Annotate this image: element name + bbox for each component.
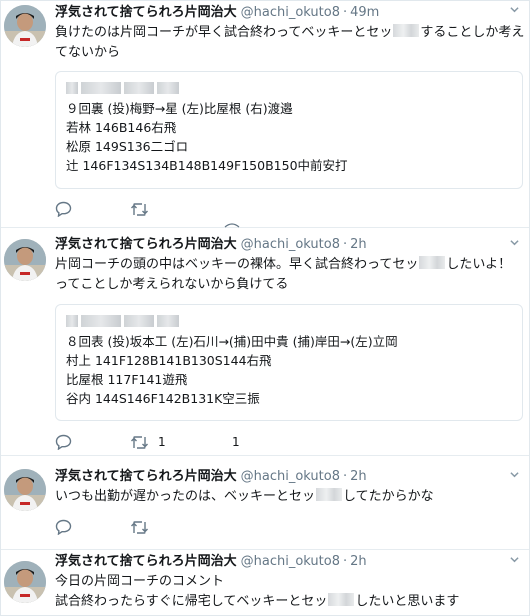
censor-blur: [328, 593, 355, 606]
reply-icon: [55, 434, 72, 450]
censor-blur: [393, 24, 420, 37]
censor-blur: [316, 488, 343, 501]
censor-blur: [419, 256, 446, 269]
chevron-down-icon[interactable]: [510, 238, 519, 247]
user-handle[interactable]: @hachi_okuto8: [241, 5, 340, 20]
tweet-text: 負けたのは片岡コーチが早く試合終わってベッキーとセッ することしか考え てないから: [55, 24, 525, 60]
quote-line: 比屋根 117F141遊飛: [66, 372, 188, 387]
reply-button[interactable]: [55, 518, 130, 536]
quoted-tweet[interactable]: ９回裏 (投)梅野→星 (左)比屋根 (右)渡邉 若林 146B146右飛 松原…: [55, 71, 523, 189]
like-count: 1: [232, 435, 240, 449]
chevron-down-icon[interactable]: [510, 470, 519, 479]
tweet-actions: 1 1: [55, 433, 240, 451]
tweet-text: いつも出勤が遅かったのは、ベッキーとセッ してたからかな: [55, 488, 434, 504]
quote-line: 辻 146F134S134B148B149F150B150中前安打: [66, 158, 348, 173]
user-handle[interactable]: @hachi_okuto8: [241, 554, 340, 569]
tweet-actions: [55, 518, 158, 536]
display-name[interactable]: 浮気されて捨てられろ片岡治大: [55, 554, 237, 569]
reply-icon: [55, 201, 72, 217]
separator-dot: ·: [342, 237, 348, 252]
user-handle[interactable]: @hachi_okuto8: [241, 469, 340, 484]
separator-dot: ·: [342, 554, 348, 569]
quote-line: 谷内 144S146F142B131K空三振: [66, 391, 260, 406]
avatar[interactable]: [4, 239, 46, 281]
quote-line: 村上 141F128B141B130S144右飛: [66, 353, 272, 368]
separator-dot: ·: [342, 5, 348, 20]
retweet-button[interactable]: 1: [130, 433, 232, 451]
tweet[interactable]: 浮気されて捨てられろ片岡治大 @hachi_okuto8 · 49m 負けたのは片岡コ…: [1, 1, 529, 228]
retweet-icon: [131, 202, 148, 216]
timestamp[interactable]: 2h: [350, 469, 367, 484]
avatar[interactable]: [4, 561, 46, 603]
chevron-down-icon[interactable]: [510, 555, 519, 564]
separator-dot: ·: [342, 469, 348, 484]
timeline: 浮気されて捨てられろ片岡治大 @hachi_okuto8 · 49m 負けたのは片岡コ…: [0, 0, 530, 616]
timestamp[interactable]: 49m: [350, 5, 379, 20]
tweet[interactable]: 浮気されて捨てられろ片岡治大 @hachi_okuto8 · 2h いつも出勤が遅かっ…: [1, 456, 529, 550]
retweet-button[interactable]: [130, 518, 158, 536]
quoted-author-blur: [66, 315, 522, 329]
tweet[interactable]: 浮気されて捨てられろ片岡治大 @hachi_okuto8 · 2h 今日の片岡コーチの…: [1, 550, 529, 615]
avatar[interactable]: [4, 5, 46, 47]
quote-line: ８回表 (投)坂本工 (左)石川→(捕)田中貴 (捕)岸田→(左)立岡: [66, 334, 398, 349]
tweet-actions: [55, 200, 158, 218]
like-button[interactable]: 1: [232, 433, 240, 451]
chevron-down-icon[interactable]: [510, 5, 519, 14]
quote-line: ９回裏 (投)梅野→星 (左)比屋根 (右)渡邉: [66, 101, 293, 116]
avatar[interactable]: [4, 469, 46, 511]
tweet-text: 片岡コーチの頭の中はベッキーの裸体。早く試合終わってセッ したいよ！ ってことしか…: [55, 256, 512, 292]
display-name[interactable]: 浮気されて捨てられろ片岡治大: [55, 237, 237, 252]
reply-button[interactable]: [55, 433, 130, 451]
retweet-icon: [131, 520, 148, 534]
user-handle[interactable]: @hachi_okuto8: [241, 237, 340, 252]
quoted-tweet[interactable]: ８回表 (投)坂本工 (左)石川→(捕)田中貴 (捕)岸田→(左)立岡 村上 1…: [55, 304, 523, 421]
retweet-button[interactable]: [130, 200, 158, 218]
quote-line: 若林 146B146右飛: [66, 120, 177, 135]
reply-button[interactable]: [55, 200, 130, 218]
timestamp[interactable]: 2h: [350, 554, 367, 569]
display-name[interactable]: 浮気されて捨てられろ片岡治大: [55, 5, 237, 20]
retweet-icon: [131, 435, 148, 449]
display-name[interactable]: 浮気されて捨てられろ片岡治大: [55, 469, 237, 484]
timestamp[interactable]: 2h: [350, 237, 367, 252]
tweet-text: 今日の片岡コーチのコメント 試合終わったらすぐに帰宅してベッキーとセッ したいと思…: [55, 574, 460, 609]
quoted-author-blur: [66, 82, 522, 96]
reply-icon: [55, 519, 72, 535]
tweet[interactable]: 浮気されて捨てられろ片岡治大 @hachi_okuto8 · 2h 片岡コーチの頭の中…: [1, 228, 529, 456]
quote-line: 松原 149S136二ゴロ: [66, 139, 189, 154]
retweet-count: 1: [158, 435, 166, 449]
